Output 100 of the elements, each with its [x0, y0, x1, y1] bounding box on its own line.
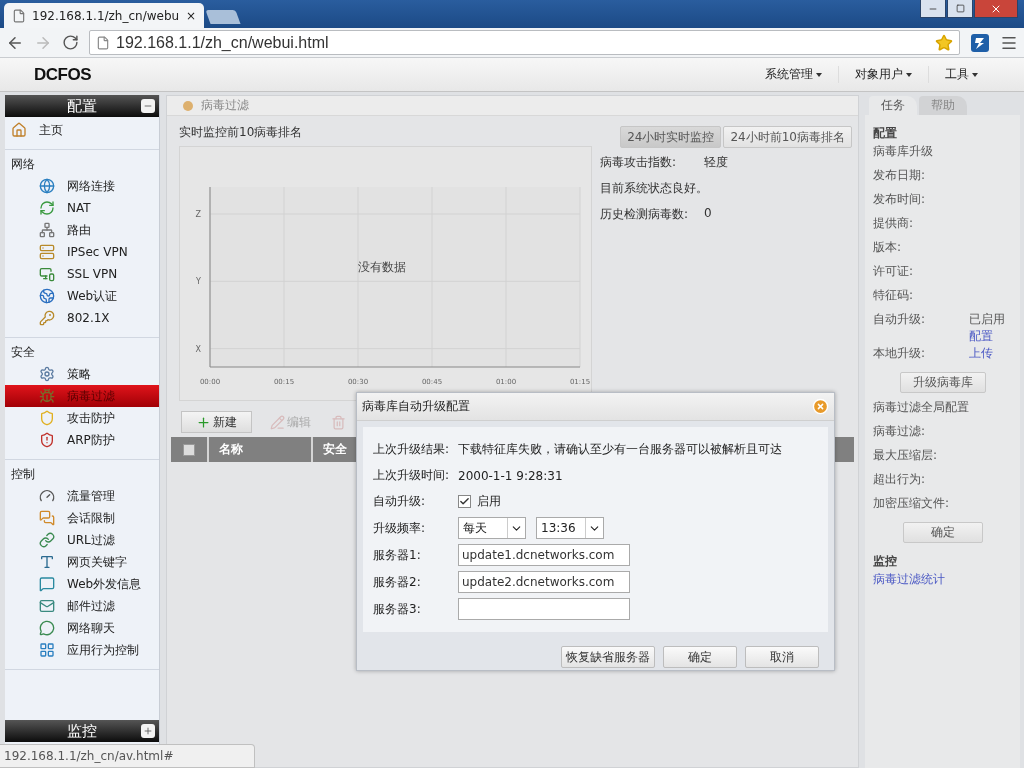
axis-label: Y — [196, 277, 201, 287]
view-tab[interactable]: 24小时实时监控 — [620, 126, 722, 148]
collapse-icon[interactable] — [141, 99, 155, 113]
field-label: 自动升级: — [873, 311, 927, 328]
status-url: 192.168.1.1/zh_cn/av.html# — [0, 744, 255, 768]
logo: DCFOS — [34, 64, 91, 85]
chat-icon — [39, 510, 55, 526]
view-tab[interactable]: 24小时前10病毒排名 — [723, 126, 852, 148]
link[interactable]: 配置 — [969, 328, 1005, 345]
edit-icon — [270, 414, 285, 430]
sidebar-item[interactable]: 主页 — [5, 119, 159, 141]
gauge-icon — [39, 488, 55, 504]
field-label: 提供商: — [873, 215, 915, 232]
plus-icon — [196, 414, 211, 430]
globe-icon — [39, 288, 55, 304]
sidebar-item[interactable]: Web外发信息 — [5, 573, 159, 595]
axis-label: X — [195, 344, 201, 354]
sidebar-item[interactable]: 路由 — [5, 219, 159, 241]
field-label: 病毒库升级 — [873, 143, 934, 160]
text-icon — [39, 554, 55, 570]
menu-item[interactable]: 工具 — [928, 66, 994, 83]
action-button[interactable]: 升级病毒库 — [899, 372, 986, 393]
network-icon — [39, 222, 55, 238]
link[interactable]: 病毒过滤统计 — [873, 571, 1012, 588]
menu-item[interactable]: 对象用户 — [838, 66, 928, 83]
sidebar-item[interactable]: 网页关键字 — [5, 551, 159, 573]
key-icon — [39, 310, 55, 326]
toolbar-button[interactable]: 新建 — [181, 411, 252, 433]
panel-header[interactable]: 配置 — [5, 95, 159, 117]
address-bar[interactable]: 192.168.1.1/zh_cn/webui.html — [89, 30, 960, 55]
field-label: 升级频率: — [373, 519, 427, 537]
browser-tab[interactable]: 192.168.1.1/zh_cn/webu × — [4, 3, 204, 28]
breadcrumb: 病毒过滤 — [201, 97, 249, 114]
action-button[interactable]: 确定 — [902, 522, 983, 543]
sidebar-item[interactable]: 流量管理 — [5, 485, 159, 507]
panel-tab[interactable]: 任务 — [869, 96, 917, 115]
sidebar-item[interactable]: 网络连接 — [5, 175, 159, 197]
group-heading: 控制 — [10, 466, 36, 483]
column-header[interactable]: 安全 — [323, 441, 347, 458]
server-icon — [39, 244, 55, 260]
sidebar-item[interactable]: 策略 — [5, 363, 159, 385]
field-label: 版本: — [873, 239, 903, 256]
group-heading: 网络 — [10, 156, 36, 173]
chat-icon — [39, 620, 55, 636]
dialog-button[interactable]: 取消 — [745, 646, 819, 668]
dialog-button[interactable]: 恢复缺省服务器 — [561, 646, 655, 668]
column-header[interactable]: 名称 — [219, 441, 243, 458]
globe-icon — [39, 178, 55, 194]
sidebar-item[interactable]: ARP防护 — [5, 429, 159, 451]
dropdown[interactable]: 13:36 — [536, 517, 604, 539]
input-field[interactable]: update2.dcnetworks.com — [458, 571, 630, 593]
sidebar-item[interactable]: 应用行为控制 — [5, 639, 159, 661]
sidebar-item[interactable]: NAT — [5, 197, 159, 219]
panel-title: 配置 — [67, 96, 97, 116]
field-value: 已启用 — [969, 311, 1005, 328]
dropdown[interactable]: 每天 — [458, 517, 526, 539]
sidebar-item[interactable]: SSL VPN — [5, 263, 159, 285]
sidebar-item[interactable]: 网络聊天 — [5, 617, 159, 639]
field-label: 特征码: — [873, 287, 915, 304]
tab-title: 192.168.1.1/zh_cn/webu — [32, 8, 180, 23]
minimize-button[interactable] — [920, 0, 946, 18]
sidebar-item[interactable]: Web认证 — [5, 285, 159, 307]
reload-button[interactable] — [62, 34, 79, 51]
field-label: 最大压缩层: — [873, 447, 939, 464]
field-label: 病毒过滤全局配置 — [873, 399, 969, 416]
dialog-title: 病毒库自动升级配置 — [362, 398, 470, 415]
sidebar-item[interactable]: 会话限制 — [5, 507, 159, 529]
input-field[interactable] — [458, 598, 630, 620]
sidebar-item[interactable]: 802.1X — [5, 307, 159, 329]
expand-icon[interactable] — [141, 724, 155, 738]
field-label: 服务器2: — [373, 573, 422, 591]
sidebar-item[interactable]: IPSec VPN — [5, 241, 159, 263]
field-label: 服务器3: — [373, 600, 422, 618]
sidebar-item[interactable]: 邮件过滤 — [5, 595, 159, 617]
field-value: 2000-1-1 9:28:31 — [458, 468, 563, 483]
checkbox[interactable] — [458, 495, 471, 508]
input-field[interactable]: update1.dcnetworks.com — [458, 544, 630, 566]
field-label: 服务器1: — [373, 546, 422, 564]
mail-icon — [39, 598, 55, 614]
sidebar-item[interactable]: URL过滤 — [5, 529, 159, 551]
new-tab-button[interactable] — [205, 10, 241, 24]
axis-label: Z — [195, 210, 201, 219]
checkbox[interactable] — [183, 443, 195, 456]
stat-value: 0 — [704, 206, 712, 222]
close-icon[interactable] — [812, 398, 829, 415]
link[interactable]: 上传 — [969, 345, 993, 362]
chat-icon — [39, 576, 55, 592]
field-label: 病毒过滤: — [873, 423, 927, 440]
field-label: 发布时间: — [873, 191, 927, 208]
sidebar-item[interactable]: 攻击防护 — [5, 407, 159, 429]
stat-value: 轻度 — [704, 154, 728, 171]
monitor-icon — [39, 266, 55, 282]
maximize-button[interactable] — [947, 0, 973, 18]
extension-icon[interactable] — [970, 32, 990, 53]
panel-header[interactable]: 监控 — [5, 720, 159, 742]
dialog-button[interactable]: 确定 — [663, 646, 737, 668]
checkbox-label: 启用 — [477, 493, 501, 510]
menu-item[interactable]: 系统管理 — [749, 66, 838, 83]
bug-icon — [39, 388, 55, 404]
close-icon[interactable]: × — [185, 8, 196, 23]
